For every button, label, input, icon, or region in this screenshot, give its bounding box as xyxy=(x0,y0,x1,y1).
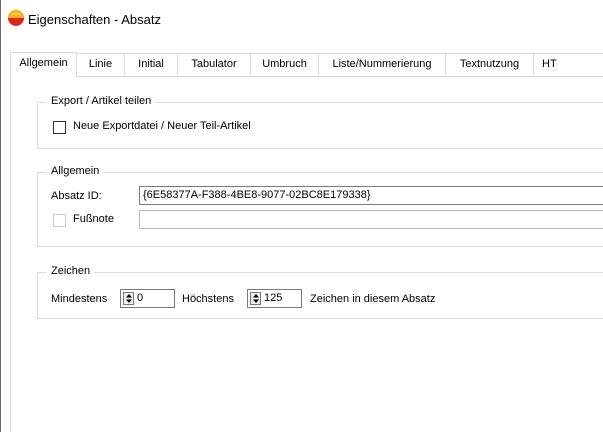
chars-suffix-label: Zeichen in diesem Absatz xyxy=(310,293,436,305)
tab-ht[interactable]: HT xyxy=(533,53,603,75)
paragraph-id-label: Absatz ID: xyxy=(51,190,102,202)
max-chars-label: Höchstens xyxy=(182,293,234,305)
min-chars-label: Mindestens xyxy=(51,293,108,305)
app-logo-icon xyxy=(8,10,24,26)
tab-tabulator[interactable]: Tabulator xyxy=(177,53,251,75)
tab-strip: Allgemein Linie Initial Tabulator Umbruc… xyxy=(10,52,603,77)
export-group: Export / Artikel teilen Neue Exportdatei… xyxy=(37,95,603,149)
min-chars-spin-button[interactable] xyxy=(123,292,134,305)
window-border xyxy=(0,0,1,432)
window-title: Eigenschaften - Absatz xyxy=(28,12,161,27)
tab-content-panel: Export / Artikel teilen Neue Exportdatei… xyxy=(10,76,603,432)
tab-umbruch[interactable]: Umbruch xyxy=(250,53,319,75)
export-group-legend: Export / Artikel teilen xyxy=(47,95,156,107)
max-chars-spinner[interactable]: 125 xyxy=(247,289,302,308)
footnote-checkbox[interactable] xyxy=(53,214,66,227)
paragraph-id-field[interactable]: {6E58377A-F388-4BE8-9077-02BC8E179338} xyxy=(139,186,603,205)
properties-window: Eigenschaften - Absatz Allgemein Linie I… xyxy=(0,0,603,432)
min-chars-value: 0 xyxy=(137,292,144,304)
tab-textnutzung[interactable]: Textnutzung xyxy=(445,53,534,75)
general-group-legend: Allgemein xyxy=(47,165,104,177)
max-chars-spin-button[interactable] xyxy=(250,292,261,305)
tab-linie[interactable]: Linie xyxy=(76,53,125,75)
title-bar[interactable]: Eigenschaften - Absatz xyxy=(1,0,603,40)
footnote-label: Fußnote xyxy=(73,213,114,225)
tab-allgemein[interactable]: Allgemein xyxy=(10,52,77,77)
general-group: Allgemein Absatz ID: {6E58377A-F388-4BE8… xyxy=(37,165,603,247)
tab-liste-nummerierung[interactable]: Liste/Nummerierung xyxy=(318,53,446,75)
spin-arrows-icon xyxy=(126,294,132,303)
new-export-label: Neue Exportdatei / Neuer Teil-Artikel xyxy=(73,120,251,132)
characters-group: Zeichen Mindestens 0 Höchstens 125 Zeich… xyxy=(37,265,603,319)
min-chars-spinner[interactable]: 0 xyxy=(120,289,175,308)
characters-group-legend: Zeichen xyxy=(47,265,95,277)
tab-initial[interactable]: Initial xyxy=(124,53,178,75)
footnote-field[interactable] xyxy=(139,210,603,229)
max-chars-value: 125 xyxy=(264,292,283,304)
spin-arrows-icon xyxy=(253,294,259,303)
new-export-checkbox[interactable] xyxy=(53,121,66,134)
